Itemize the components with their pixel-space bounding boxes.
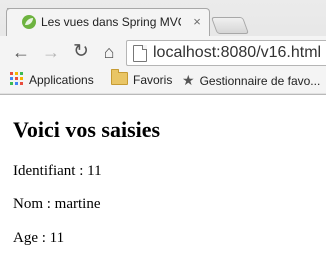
bookmark-favoris[interactable]: Favoris xyxy=(111,69,173,89)
back-arrow-icon[interactable]: ← xyxy=(10,41,32,63)
tab-title: Les vues dans Spring MVC xyxy=(41,15,181,29)
field-identifiant: Identifiant : 11 xyxy=(13,163,102,179)
field-nom: Nom : martine xyxy=(13,196,101,212)
tab-les-vues[interactable]: Les vues dans Spring MVC × xyxy=(6,8,210,37)
apps-grid-icon xyxy=(10,72,23,85)
page-content: Voici vos saisies Identifiant : 11 Nom :… xyxy=(0,95,326,259)
close-tab-icon[interactable]: × xyxy=(189,14,205,30)
bookmark-label: Gestionnaire de favo... xyxy=(199,74,321,88)
folder-icon xyxy=(111,69,128,85)
address-url[interactable]: localhost:8080/v16.html xyxy=(153,43,321,63)
tab-strip: Les vues dans Spring MVC × xyxy=(0,0,326,37)
toolbar: ← → ↻ ⌂ localhost:8080/v16.html xyxy=(0,36,326,68)
bookmark-gestionnaire[interactable]: ★ Gestionnaire de favo... xyxy=(182,71,320,89)
browser-chrome: Les vues dans Spring MVC × ← → ↻ ⌂ local… xyxy=(0,0,326,95)
page-title: Voici vos saisies xyxy=(13,117,161,142)
field-age: Age : 11 xyxy=(13,230,65,246)
bookmark-label: Favoris xyxy=(133,73,173,87)
reload-icon[interactable]: ↻ xyxy=(70,41,92,63)
forward-arrow-icon[interactable]: → xyxy=(40,41,62,63)
bookmark-label: Applications xyxy=(29,73,94,87)
star-icon: ★ xyxy=(182,72,195,88)
address-bar[interactable]: localhost:8080/v16.html xyxy=(126,40,326,66)
home-icon[interactable]: ⌂ xyxy=(98,41,120,63)
page-icon xyxy=(133,45,147,62)
bookmarks-bar: Applications Favoris ★ Gestionnaire de fa… xyxy=(0,68,326,93)
bookmark-applications[interactable]: Applications xyxy=(10,71,94,89)
new-tab-button[interactable] xyxy=(210,17,250,34)
spring-leaf-icon xyxy=(22,15,36,29)
